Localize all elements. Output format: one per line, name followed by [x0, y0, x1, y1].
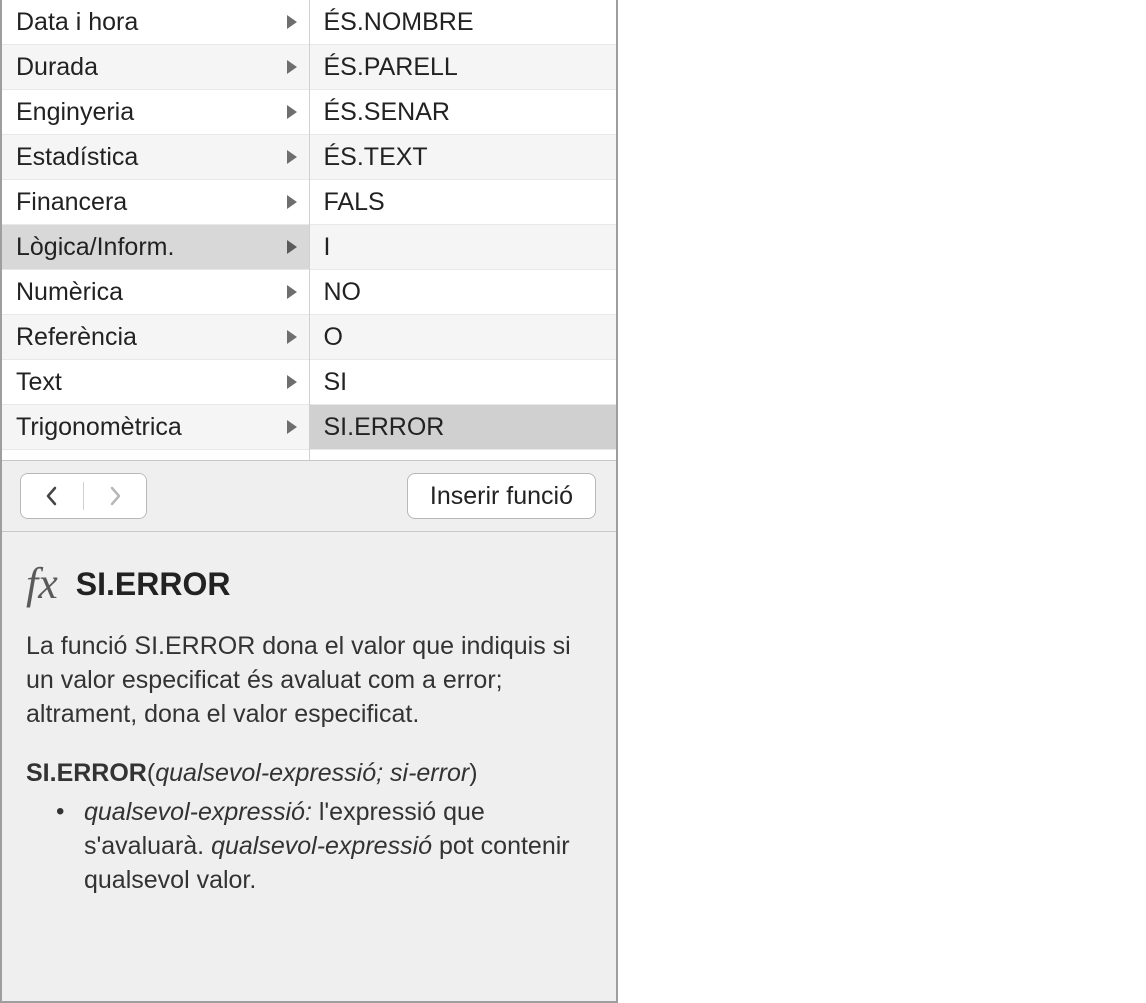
category-item[interactable]: Trigonomètrica — [2, 405, 309, 450]
category-item[interactable]: Enginyeria — [2, 90, 309, 135]
category-label: Text — [16, 368, 281, 397]
function-item[interactable]: SI — [310, 360, 617, 405]
function-item[interactable]: ÉS.SENAR — [310, 90, 617, 135]
category-item[interactable]: Lògica/Inform. — [2, 225, 309, 270]
category-label: Numèrica — [16, 278, 281, 307]
category-label: Estadística — [16, 143, 281, 172]
category-label: Lògica/Inform. — [16, 233, 281, 262]
function-label: I — [324, 233, 605, 262]
function-item[interactable]: O — [310, 315, 617, 360]
nav-back-button[interactable] — [21, 474, 83, 518]
function-item[interactable]: NO — [310, 270, 617, 315]
signature-fn-name: SI.ERROR — [26, 759, 147, 787]
parameter-item: qualsevol-expressió: l'expressió que s'a… — [62, 796, 592, 897]
nav-forward-button[interactable] — [84, 474, 146, 518]
function-label: SI — [324, 368, 605, 397]
category-item[interactable]: Estadística — [2, 135, 309, 180]
category-item[interactable]: Financera — [2, 180, 309, 225]
function-signature: SI.ERROR(qualsevol-expressió; si-error) — [26, 759, 592, 788]
chevron-right-icon — [287, 420, 297, 434]
insert-function-button[interactable]: Inserir funció — [407, 473, 596, 519]
signature-paren-close: ) — [469, 759, 477, 787]
chevron-right-icon — [287, 240, 297, 254]
parameter-inner-italic: qualsevol-expressió — [211, 832, 432, 860]
function-column: ÉS.NOMBRE ÉS.PARELL ÉS.SENAR ÉS.TEXT FAL… — [310, 0, 617, 460]
function-item[interactable]: ÉS.TEXT — [310, 135, 617, 180]
category-label: Referència — [16, 323, 281, 352]
help-description: La funció SI.ERROR dona el valor que ind… — [26, 630, 592, 731]
function-item[interactable]: ÉS.PARELL — [310, 45, 617, 90]
function-label: NO — [324, 278, 605, 307]
category-item[interactable]: Referència — [2, 315, 309, 360]
category-label: Data i hora — [16, 8, 281, 37]
signature-args: qualsevol-expressió; si-error — [155, 759, 469, 787]
chevron-right-icon — [287, 150, 297, 164]
category-item[interactable]: Text — [2, 360, 309, 405]
function-item[interactable]: FALS — [310, 180, 617, 225]
function-item[interactable]: ÉS.NOMBRE — [310, 0, 617, 45]
category-item[interactable]: Numèrica — [2, 270, 309, 315]
fx-icon: fx — [26, 562, 58, 606]
chevron-right-icon — [287, 60, 297, 74]
help-title: SI.ERROR — [76, 566, 231, 603]
category-label: Enginyeria — [16, 98, 281, 127]
chevron-right-icon — [287, 15, 297, 29]
function-item[interactable]: SI.ERROR — [310, 405, 617, 450]
category-label: Financera — [16, 188, 281, 217]
function-browser-panel: Data i hora Durada Enginyeria Estadístic… — [0, 0, 618, 1003]
function-label: ÉS.PARELL — [324, 53, 605, 82]
chevron-right-icon — [287, 375, 297, 389]
insert-function-label: Inserir funció — [430, 482, 573, 511]
signature-paren-open: ( — [147, 759, 155, 787]
parameter-list: qualsevol-expressió: l'expressió que s'a… — [26, 796, 592, 897]
function-label: ÉS.NOMBRE — [324, 8, 605, 37]
chevron-right-icon — [287, 195, 297, 209]
function-item[interactable]: I — [310, 225, 617, 270]
chevron-right-icon — [106, 485, 124, 507]
category-label: Durada — [16, 53, 281, 82]
category-item[interactable]: Data i hora — [2, 0, 309, 45]
function-help: fx SI.ERROR La funció SI.ERROR dona el v… — [2, 532, 616, 1001]
history-nav-group — [20, 473, 147, 519]
category-item[interactable]: Durada — [2, 45, 309, 90]
function-label: ÉS.TEXT — [324, 143, 605, 172]
chevron-right-icon — [287, 105, 297, 119]
chevron-left-icon — [43, 485, 61, 507]
function-browser: Data i hora Durada Enginyeria Estadístic… — [2, 0, 616, 460]
function-label: ÉS.SENAR — [324, 98, 605, 127]
category-label: Trigonomètrica — [16, 413, 281, 442]
chevron-right-icon — [287, 285, 297, 299]
function-label: FALS — [324, 188, 605, 217]
parameter-name: qualsevol-expressió: — [84, 798, 312, 826]
chevron-right-icon — [287, 330, 297, 344]
category-column: Data i hora Durada Enginyeria Estadístic… — [2, 0, 310, 460]
browser-toolbar: Inserir funció — [2, 460, 616, 532]
help-title-row: fx SI.ERROR — [26, 562, 592, 606]
function-label: SI.ERROR — [324, 413, 605, 442]
function-label: O — [324, 323, 605, 352]
